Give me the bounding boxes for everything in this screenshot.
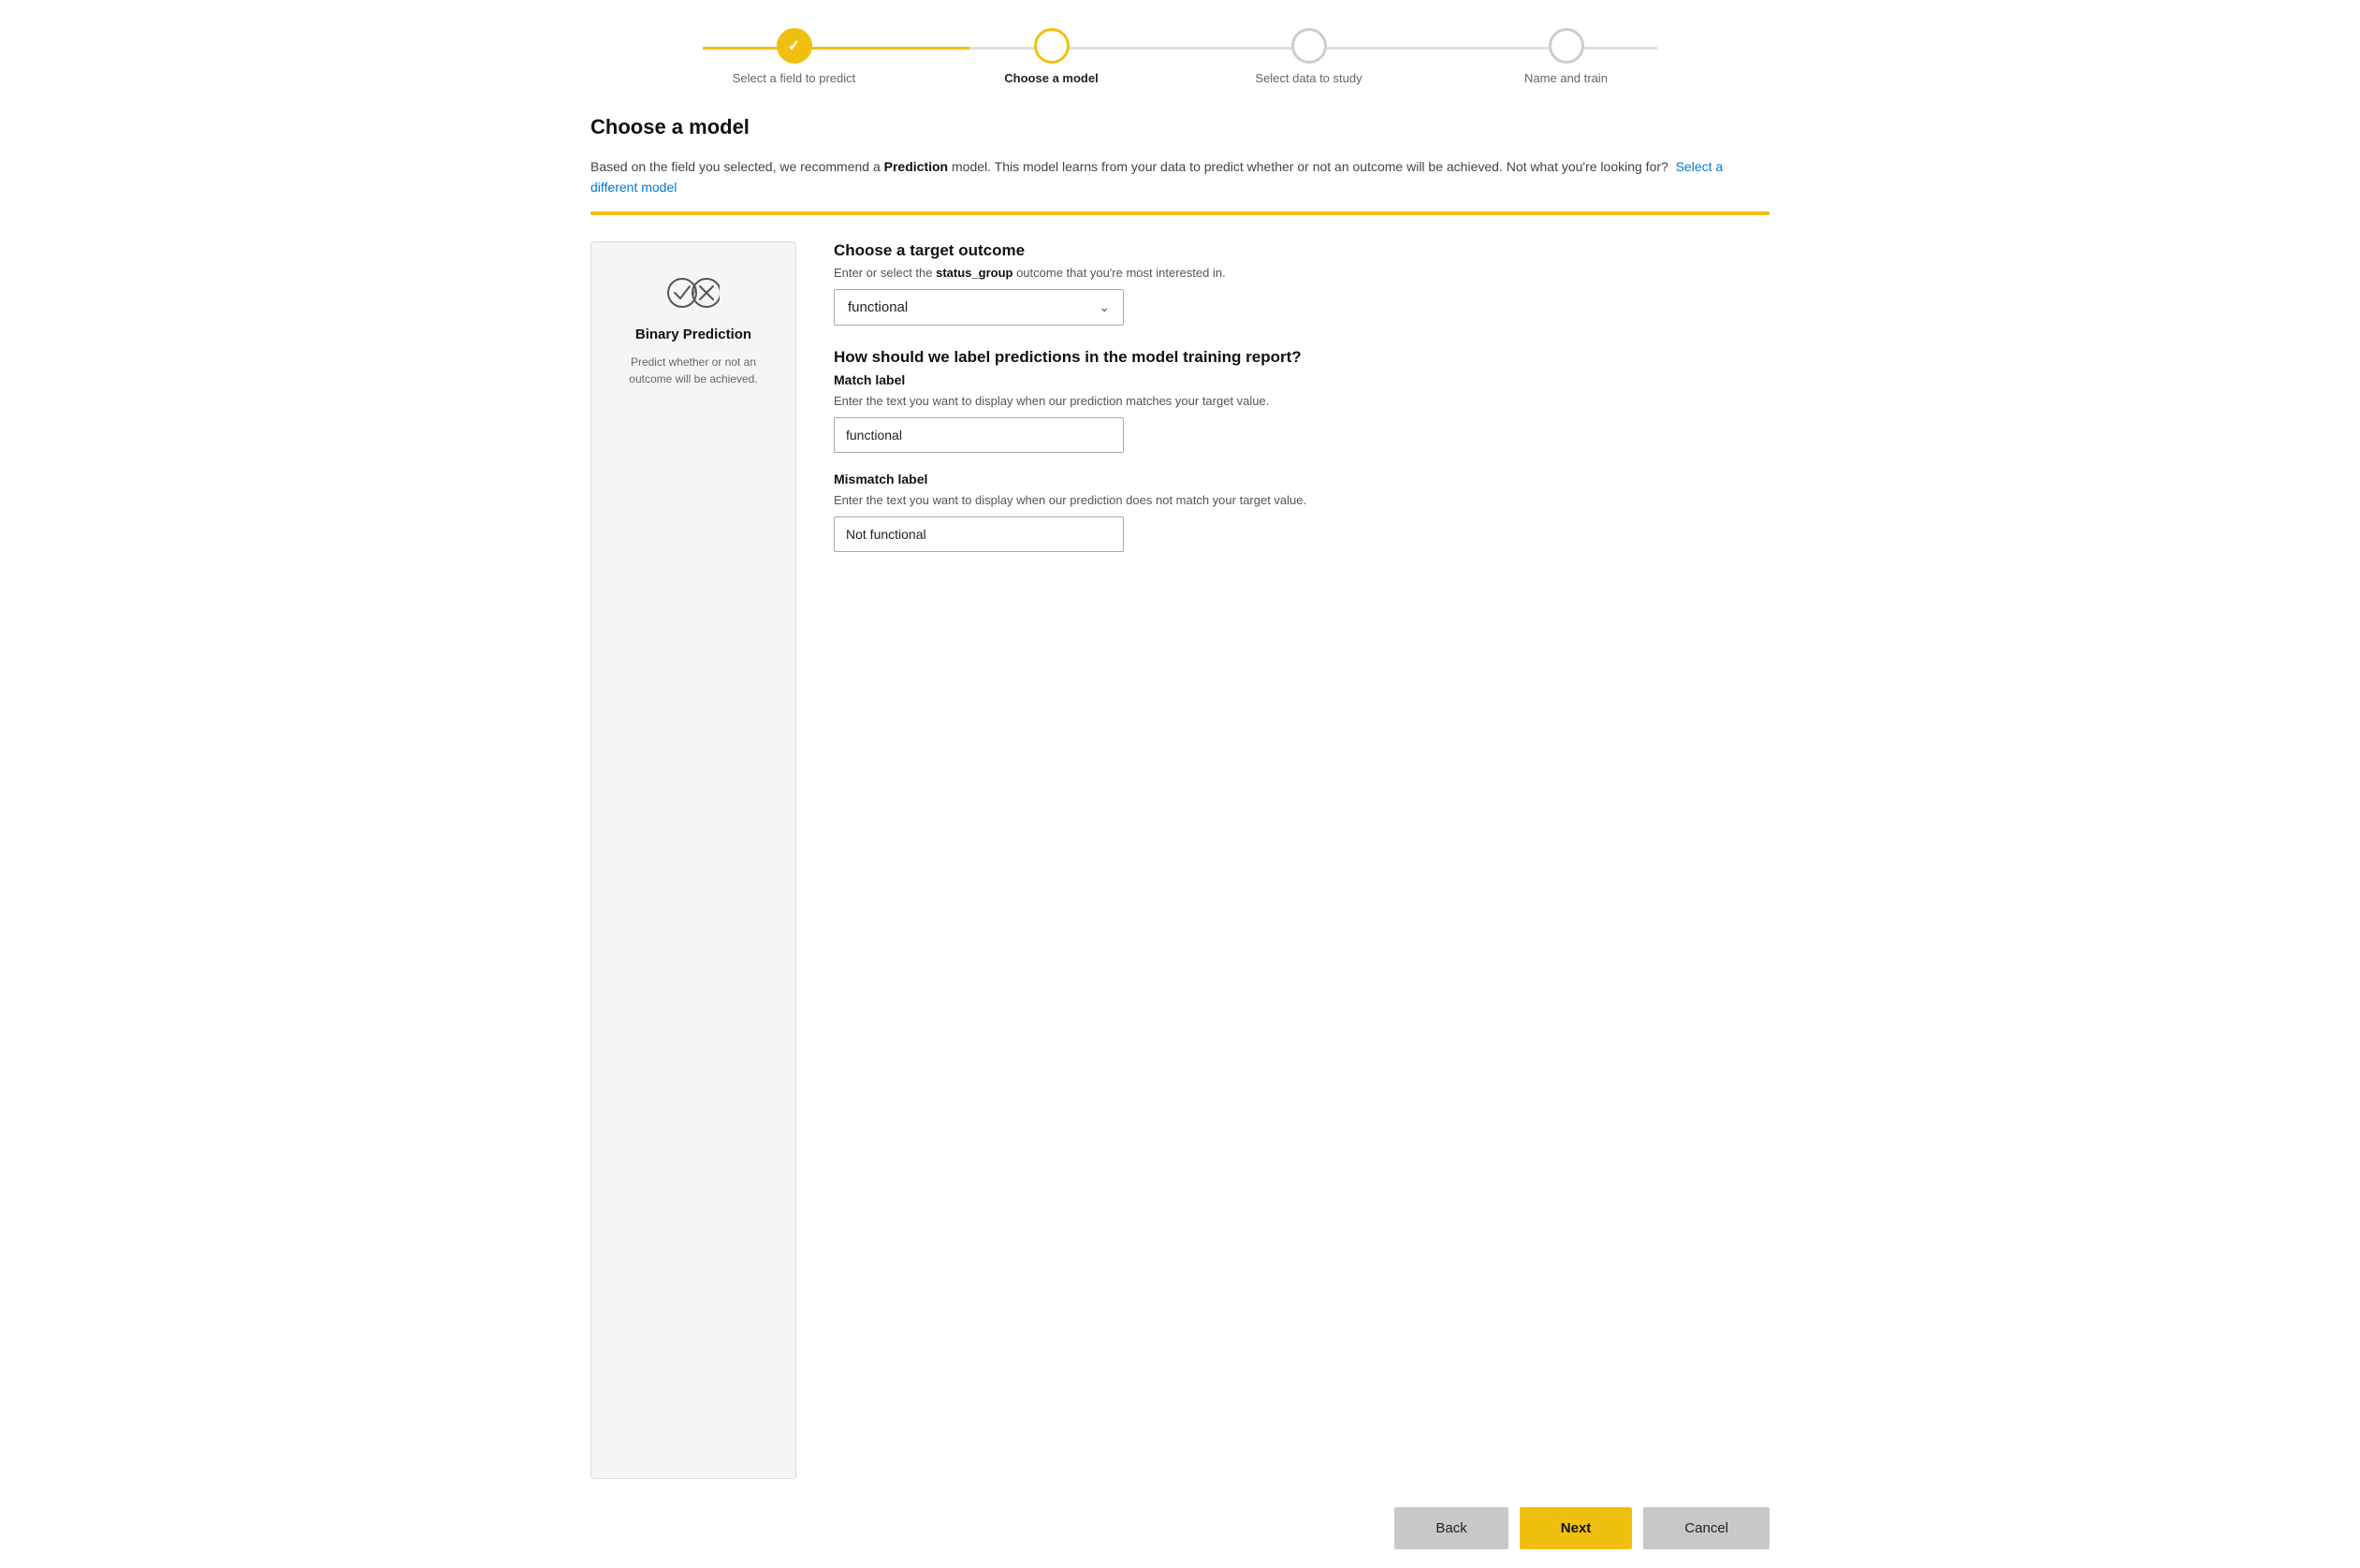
mismatch-label-desc: Enter the text you want to display when … [834, 493, 1770, 507]
model-card: / Binary Prediction Predict whether or n… [590, 241, 796, 1479]
target-outcome-title: Choose a target outcome [834, 241, 1770, 260]
model-card-desc: Predict whether or not an outcome will b… [610, 354, 777, 387]
next-button[interactable]: Next [1520, 1507, 1633, 1549]
description-text-part1: Based on the field you selected, we reco… [590, 159, 884, 174]
stepper-circle-select-data [1291, 28, 1327, 64]
target-outcome-field: status_group [936, 266, 1012, 280]
main-content: / Binary Prediction Predict whether or n… [590, 241, 1770, 1479]
back-button[interactable]: Back [1394, 1507, 1508, 1549]
stepper-label-name-train: Name and train [1524, 71, 1608, 85]
stepper-step-name-train: Name and train [1437, 28, 1695, 85]
stepper-step-select-field: ✓ Select a field to predict [665, 28, 923, 85]
stepper-circle-choose-model [1034, 28, 1070, 64]
match-label-title: Match label [834, 372, 1770, 387]
stepper-label-select-field: Select a field to predict [733, 71, 856, 85]
bottom-bar: Back Next Cancel [590, 1479, 1770, 1549]
dropdown-value: functional [848, 299, 908, 315]
chevron-down-icon: ⌄ [1099, 299, 1110, 315]
match-label-group: Match label Enter the text you want to d… [834, 372, 1770, 453]
page-title: Choose a model [590, 115, 1770, 139]
description-text-part2: model. This model learns from your data … [948, 159, 1668, 174]
binary-prediction-icon: / [667, 276, 720, 310]
mismatch-label-group: Mismatch label Enter the text you want t… [834, 472, 1770, 552]
model-card-title: Binary Prediction [635, 327, 751, 342]
stepper: ✓ Select a field to predict Choose a mod… [590, 28, 1770, 85]
yellow-divider [590, 211, 1770, 215]
stepper-step-choose-model: Choose a model [923, 28, 1180, 85]
right-panel: Choose a target outcome Enter or select … [834, 241, 1770, 1479]
target-outcome-desc-prefix: Enter or select the [834, 266, 936, 280]
target-outcome-desc-suffix: outcome that you're most interested in. [1012, 266, 1225, 280]
label-predictions-section: How should we label predictions in the m… [834, 348, 1770, 552]
match-label-desc: Enter the text you want to display when … [834, 394, 1770, 408]
cancel-button[interactable]: Cancel [1643, 1507, 1770, 1549]
stepper-label-choose-model: Choose a model [1004, 71, 1098, 85]
mismatch-label-title: Mismatch label [834, 472, 1770, 486]
stepper-label-select-data: Select data to study [1255, 71, 1362, 85]
target-outcome-section: Choose a target outcome Enter or select … [834, 241, 1770, 326]
description-box: Based on the field you selected, we reco… [590, 156, 1770, 211]
mismatch-label-input[interactable] [834, 516, 1124, 552]
stepper-step-select-data: Select data to study [1180, 28, 1437, 85]
target-outcome-desc: Enter or select the status_group outcome… [834, 266, 1770, 280]
label-predictions-title: How should we label predictions in the m… [834, 348, 1770, 367]
label-section: Match label Enter the text you want to d… [834, 372, 1770, 552]
stepper-circle-select-field: ✓ [777, 28, 812, 64]
target-outcome-dropdown[interactable]: functional ⌄ [834, 289, 1124, 326]
match-label-input[interactable] [834, 417, 1124, 453]
stepper-circle-name-train [1549, 28, 1584, 64]
checkmark-icon: ✓ [788, 36, 800, 55]
description-model: Prediction [884, 159, 948, 174]
